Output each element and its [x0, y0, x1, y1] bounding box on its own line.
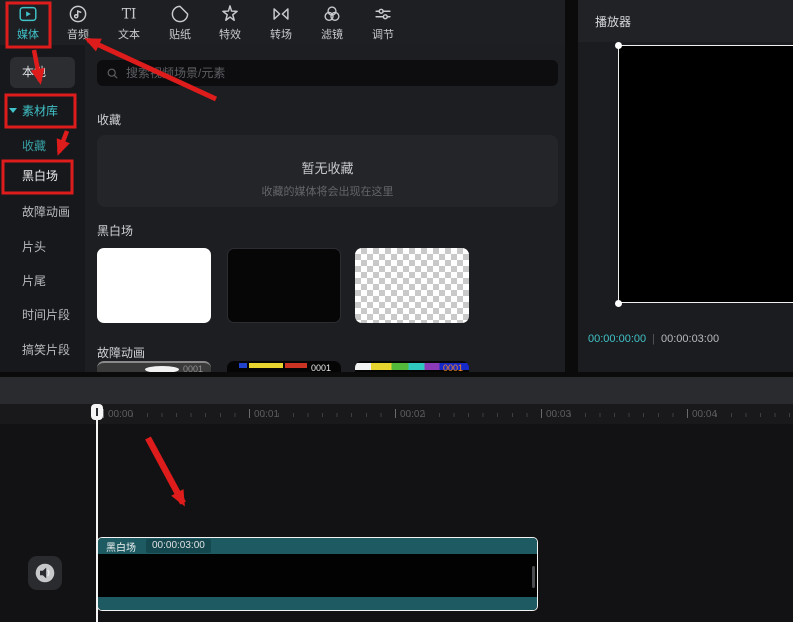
nav-sticker-label: 贴纸: [155, 26, 205, 42]
svg-text:TI: TI: [122, 7, 137, 23]
favorites-empty-subtitle: 收藏的媒体将会出现在这里: [97, 183, 558, 199]
current-time: 00:00:00:00: [588, 333, 646, 345]
thumb-glitch-3[interactable]: 0001: [355, 361, 469, 372]
sidebar-item-local[interactable]: 本地: [10, 57, 75, 88]
sidebar-item-funnyclips[interactable]: 搞笑片段: [0, 340, 85, 360]
glitch-thumb-art: [249, 363, 283, 368]
ruler-label: 00:01: [249, 409, 279, 420]
sidebar-library-label: 素材库: [22, 104, 58, 118]
glitch-thumb-art: [239, 363, 247, 368]
ruler-label: 00:03: [541, 409, 571, 420]
favorites-empty-title: 暂无收藏: [97, 158, 558, 177]
sidebar-item-intro[interactable]: 片头: [0, 237, 85, 257]
favorites-empty-state: 暂无收藏 收藏的媒体将会出现在这里: [97, 135, 558, 207]
timecode-divider: |: [652, 333, 655, 345]
playhead-handle[interactable]: [91, 404, 103, 420]
sidebar-item-outro[interactable]: 片尾: [0, 271, 85, 291]
nav-audio[interactable]: 音频: [53, 3, 103, 44]
timeline-clip-blackwhite[interactable]: 黑白场 00:00:03:00: [97, 537, 538, 611]
thumb-glitch-2[interactable]: 0001: [227, 361, 341, 372]
filter-icon: [321, 3, 343, 25]
clip-footer: [98, 597, 537, 610]
search-bar: [97, 60, 558, 86]
player-panel: 播放器 00:00:00:00 | 00:00:03:00: [578, 0, 793, 372]
speaker-icon: [34, 562, 56, 584]
text-icon: TI: [118, 3, 140, 25]
selection-handle-top-left[interactable]: [615, 42, 622, 49]
nav-text[interactable]: TI 文本: [104, 3, 154, 44]
nav-adjust-label: 调节: [358, 26, 408, 42]
playhead-line[interactable]: [96, 418, 98, 622]
glitch-thumb-number: 0001: [183, 364, 203, 372]
ruler-label: 00:04: [687, 409, 717, 420]
nav-effects[interactable]: 特效: [205, 3, 255, 44]
chevron-down-icon: [9, 108, 17, 113]
timeline-toolbar: [0, 377, 793, 404]
timeline-ruler[interactable]: 00:00 00:01 00:02 00:03 00:04: [0, 404, 793, 424]
nav-media-label: 媒体: [3, 26, 53, 42]
media-icon: [17, 3, 39, 25]
track-mute-button[interactable]: [28, 556, 62, 590]
top-toolbar: 媒体 音频 TI 文本 贴纸 特效: [0, 0, 565, 45]
adjust-icon: [372, 3, 394, 25]
audio-icon: [67, 3, 89, 25]
nav-sticker[interactable]: 贴纸: [155, 3, 205, 44]
player-title: 播放器: [595, 13, 631, 30]
thumb-glitch-1[interactable]: 0001: [97, 361, 211, 372]
thumb-white-field[interactable]: [97, 248, 211, 323]
nav-filter[interactable]: 滤镜: [307, 3, 357, 44]
sidebar-item-timesegment[interactable]: 时间片段: [0, 305, 85, 325]
nav-adjust[interactable]: 调节: [358, 3, 408, 44]
clip-duration-badge: 00:00:03:00: [146, 539, 211, 553]
glitch-thumb-number: 0001: [311, 363, 331, 372]
ruler-label: 00:02: [395, 409, 425, 420]
player-header: 播放器: [578, 0, 793, 42]
clip-header: 黑白场 00:00:03:00: [98, 538, 537, 554]
nav-text-label: 文本: [104, 26, 154, 42]
glitch-thumb-art: [285, 363, 307, 368]
sidebar-item-glitch[interactable]: 故障动画: [0, 202, 85, 222]
effects-icon: [219, 3, 241, 25]
nav-transition-label: 转场: [256, 26, 306, 42]
library-sidebar: 本地 素材库 收藏 黑白场 故障动画 片头 片尾 时间片段 搞笑片段: [0, 45, 85, 372]
panel-divider-vertical: [565, 0, 578, 372]
clip-filmstrip: [98, 554, 537, 597]
transition-icon: [270, 3, 292, 25]
sidebar-item-library[interactable]: 素材库: [0, 101, 85, 121]
search-icon: [106, 67, 119, 80]
glitch-section-title: 故障动画: [97, 344, 145, 361]
sidebar-item-blackwhite[interactable]: 黑白场: [0, 166, 85, 186]
nav-audio-label: 音频: [53, 26, 103, 42]
selection-handle-bottom-left[interactable]: [615, 300, 622, 307]
player-timecodes: 00:00:00:00 | 00:00:03:00: [588, 333, 719, 345]
sidebar-item-favorites[interactable]: 收藏: [0, 136, 85, 156]
search-input[interactable]: [126, 66, 549, 80]
nav-media[interactable]: 媒体: [3, 3, 53, 44]
clip-label: 黑白场: [106, 539, 136, 554]
thumb-transparent-field[interactable]: [355, 248, 469, 323]
thumb-black-field[interactable]: [227, 248, 341, 323]
nav-transition[interactable]: 转场: [256, 3, 306, 44]
player-preview-canvas[interactable]: [618, 45, 793, 303]
ruler-label: 00:00: [103, 409, 133, 420]
blackwhite-section-title: 黑白场: [97, 222, 133, 239]
sticker-icon: [169, 3, 191, 25]
nav-effects-label: 特效: [205, 26, 255, 42]
capcut-editor-window: 媒体 音频 TI 文本 贴纸 特效: [0, 0, 793, 622]
favorites-section-title: 收藏: [97, 111, 121, 128]
nav-filter-label: 滤镜: [307, 26, 357, 42]
library-content-panel: 收藏 暂无收藏 收藏的媒体将会出现在这里 黑白场 故障动画 0001 0001 …: [85, 45, 565, 372]
total-duration: 00:00:03:00: [661, 333, 719, 345]
glitch-thumb-number: 0001: [443, 363, 463, 372]
clip-trim-handle[interactable]: [532, 566, 535, 588]
